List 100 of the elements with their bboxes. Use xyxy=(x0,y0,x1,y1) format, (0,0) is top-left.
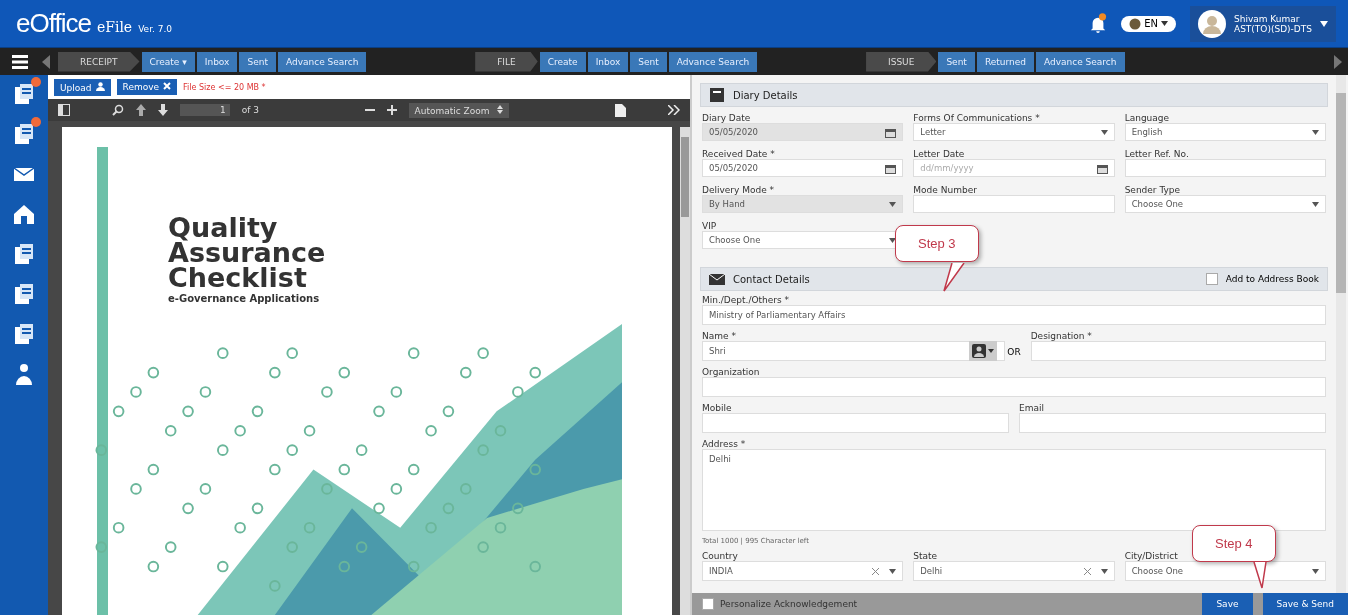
version-label: Ver. 7.0 xyxy=(138,24,173,34)
save-button[interactable]: Save xyxy=(1202,593,1253,615)
caret-icon xyxy=(1320,20,1328,27)
calendar-icon xyxy=(885,162,897,174)
arrow-down-icon[interactable] xyxy=(158,104,168,116)
document-subtitle: e-Governance Applications xyxy=(168,293,321,304)
logo: eOffice xyxy=(16,8,91,39)
nav-link[interactable]: Inbox xyxy=(196,51,238,72)
globe-icon xyxy=(1129,17,1142,30)
caret-icon xyxy=(1312,201,1319,207)
field-label: Name * xyxy=(702,331,737,341)
calendar-icon xyxy=(1096,162,1108,174)
double-chevron-icon[interactable] xyxy=(668,105,680,115)
person-card-icon xyxy=(972,344,987,358)
nav-link[interactable]: Inbox xyxy=(587,51,629,72)
field-label: Forms Of Communications * xyxy=(913,113,1041,123)
nav-link[interactable]: Sent xyxy=(239,51,276,72)
clear-icon[interactable] xyxy=(1083,567,1091,575)
scroll-right-icon[interactable] xyxy=(1334,54,1342,69)
checkbox-label: Add to Address Book xyxy=(1225,274,1319,284)
field-label: Sender Type xyxy=(1124,185,1182,195)
remove-button[interactable]: Remove xyxy=(116,79,178,95)
envelope-icon xyxy=(709,272,725,286)
field-label: Email xyxy=(1019,403,1045,413)
field-label: Organization xyxy=(702,367,761,377)
document-icon[interactable] xyxy=(615,103,626,117)
caret-icon xyxy=(1100,129,1108,135)
nav-link[interactable]: Returned xyxy=(976,51,1034,72)
page-count: of 3 xyxy=(241,105,259,115)
input-field[interactable] xyxy=(913,195,1115,213)
avatar-icon xyxy=(1197,9,1226,38)
zoom-in-icon[interactable] xyxy=(386,105,397,115)
clear-icon[interactable] xyxy=(872,567,880,575)
language-button[interactable]: EN xyxy=(1121,15,1176,32)
sidebar-toggle-icon[interactable] xyxy=(58,104,70,116)
input-field[interactable] xyxy=(1030,341,1326,361)
field-label: Diary Date xyxy=(702,113,752,123)
field-label: Delivery Mode * xyxy=(702,185,776,195)
book-icon xyxy=(709,87,725,103)
nav-link[interactable]: Sent xyxy=(938,51,975,72)
scrollbar[interactable] xyxy=(680,127,690,615)
field-label: VIP xyxy=(702,221,718,231)
field-label: Min./Dept./Others * xyxy=(702,295,791,305)
field-label: State xyxy=(913,551,939,561)
nav-link[interactable]: Create ▾ xyxy=(141,51,195,72)
caret-icon xyxy=(1312,568,1319,574)
input-field[interactable] xyxy=(702,413,1009,433)
checkbox[interactable] xyxy=(1205,273,1218,285)
caret-icon xyxy=(889,201,897,207)
person-icon xyxy=(95,81,105,91)
field-label: City/District xyxy=(1124,551,1179,561)
upload-button[interactable]: Upload xyxy=(54,78,111,96)
menu-icon[interactable] xyxy=(12,54,28,69)
user-designation: AST(TO)(SD)-DTS xyxy=(1233,23,1312,34)
updown-caret-icon xyxy=(497,104,504,114)
input-field[interactable] xyxy=(702,377,1326,397)
nav-link[interactable]: Advance Search xyxy=(277,51,367,72)
field-label: Designation * xyxy=(1030,331,1093,341)
checkbox-label: Personalize Acknowledgement xyxy=(720,599,858,609)
nav-link[interactable]: Create xyxy=(539,51,586,72)
nav-link[interactable]: Sent xyxy=(630,51,667,72)
field-label: Country xyxy=(702,551,739,561)
field-label: Mode Number xyxy=(913,185,978,195)
callout-pointer xyxy=(942,263,966,293)
input-field[interactable] xyxy=(1019,413,1326,433)
search-icon[interactable] xyxy=(112,104,124,116)
user-menu[interactable]: Shivam Kumar AST(TO)(SD)-DTS xyxy=(1189,5,1336,42)
scrollbar[interactable] xyxy=(1336,75,1346,593)
page-number-field[interactable]: 1 xyxy=(180,104,230,116)
bell-icon[interactable] xyxy=(1089,12,1108,35)
input-field[interactable] xyxy=(1124,159,1326,177)
input-field[interactable]: Ministry of Parliamentary Affairs xyxy=(702,305,1326,325)
contact-picker-button[interactable] xyxy=(969,341,998,361)
date-field[interactable]: 05/05/2020 xyxy=(702,159,904,177)
dropdown-field[interactable]: Delhi xyxy=(913,561,1115,581)
field-label: Language xyxy=(1124,113,1171,123)
nav-group-label: FILE xyxy=(475,51,538,72)
dropdown-field[interactable]: Letter xyxy=(913,123,1115,141)
text-area[interactable]: Delhi xyxy=(702,449,1326,531)
field-label: Letter Date xyxy=(913,149,966,159)
input-field[interactable]: Shri xyxy=(702,341,1006,361)
section-title: Diary Details xyxy=(733,89,798,101)
send-button[interactable]: Save & Send xyxy=(1262,593,1348,615)
scroll-left-icon[interactable] xyxy=(42,54,50,69)
caret-icon xyxy=(988,349,995,353)
nav-link[interactable]: Advance Search xyxy=(1036,51,1125,72)
field-label: Mobile xyxy=(702,403,733,413)
nav-group-label: ISSUE xyxy=(866,51,937,72)
section-title: Contact Details xyxy=(733,273,810,285)
caret-icon xyxy=(889,568,897,574)
dropdown-field[interactable]: Choose One xyxy=(1124,195,1326,213)
zoom-dropdown[interactable]: Automatic Zoom xyxy=(408,102,510,118)
arrow-up-icon[interactable] xyxy=(136,104,146,116)
caret-icon xyxy=(1312,129,1319,135)
dropdown-field[interactable]: English xyxy=(1124,123,1326,141)
dropdown-field[interactable]: INDIA xyxy=(702,561,904,581)
field-label: Address * xyxy=(702,439,747,449)
checkbox[interactable] xyxy=(702,598,714,610)
caret-icon xyxy=(1160,21,1168,26)
nav-link[interactable]: Advance Search xyxy=(668,51,758,72)
